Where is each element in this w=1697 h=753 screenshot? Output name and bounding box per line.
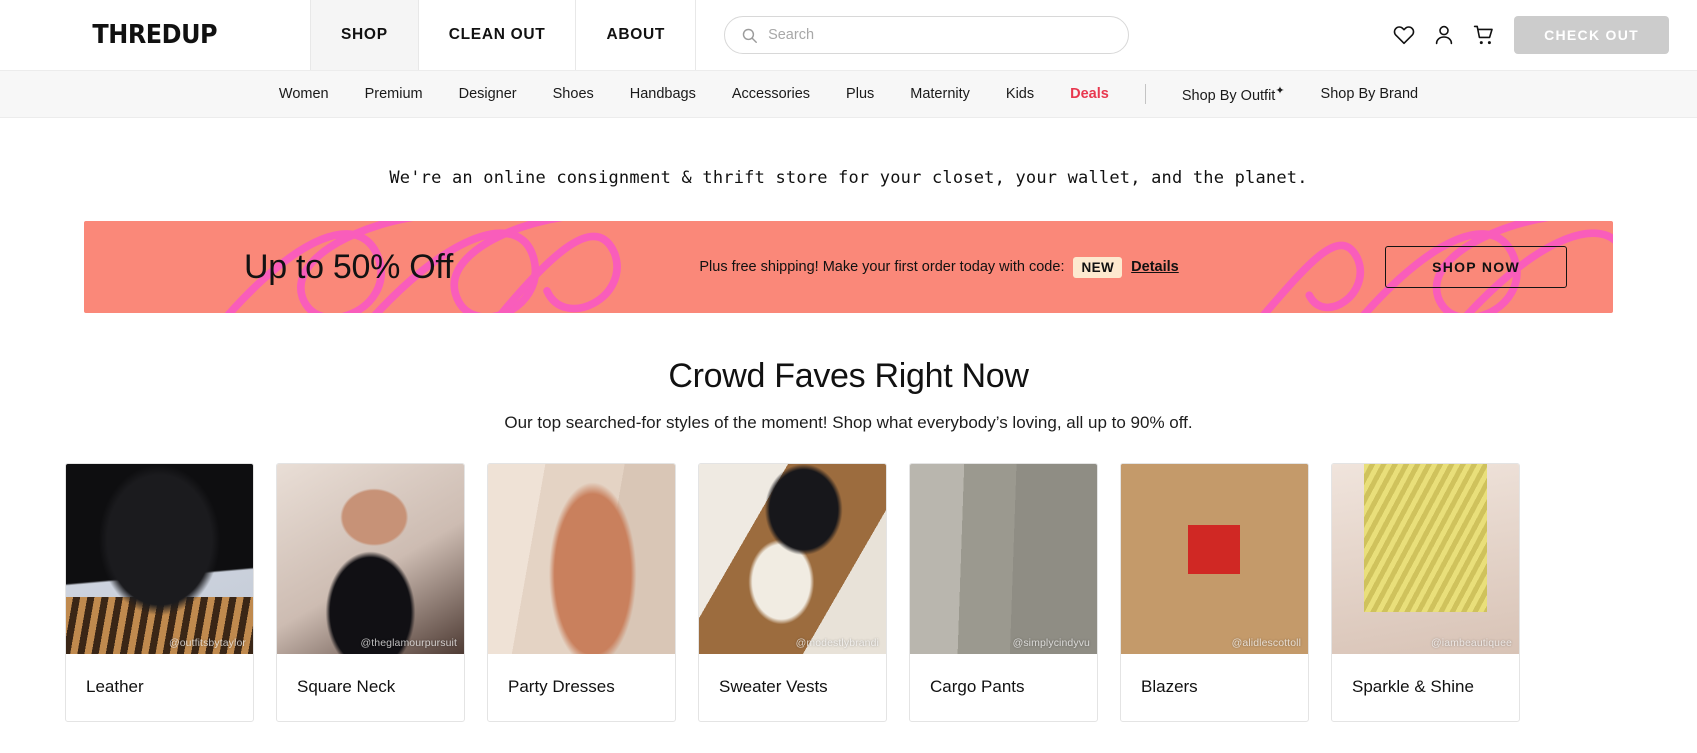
search-zone [696, 0, 1392, 70]
card-cargo-pants[interactable]: @simplycindyvu Cargo Pants [909, 463, 1098, 722]
card-blazers[interactable]: @alidlescottoll Blazers [1120, 463, 1309, 722]
subnav-item-shoes[interactable]: Shoes [535, 86, 612, 102]
card-handle: @outfitsbytaylor [168, 637, 246, 649]
card-image [488, 464, 675, 654]
search-icon [742, 28, 757, 43]
card-party-dresses[interactable]: Party Dresses [487, 463, 676, 722]
tab-about[interactable]: ABOUT [576, 0, 697, 70]
site-tagline: We're an online consignment & thrift sto… [389, 168, 1308, 188]
subnav-divider [1144, 84, 1146, 104]
sparkle-icon: ✦ [1275, 85, 1285, 98]
shop-by-outfit-label: Shop By Outfit [1181, 87, 1276, 104]
promo-content: Up to 50% Off Plus free shipping! Make y… [84, 246, 1613, 288]
card-square-neck[interactable]: @theglamourpursuit Square Neck [276, 463, 465, 722]
section-title: Crowd Faves Right Now [668, 357, 1029, 395]
subnav-item-handbags[interactable]: Handbags [612, 86, 714, 102]
card-sparkle-shine[interactable]: @iambeautiquee Sparkle & Shine [1331, 463, 1520, 722]
card-image: @simplycindyvu [910, 464, 1097, 654]
tab-clean-out-label: CLEAN OUT [448, 26, 546, 43]
tab-shop[interactable]: SHOP [310, 0, 419, 70]
card-image: @modestlybrandi [699, 464, 886, 654]
promo-banner[interactable]: Up to 50% Off Plus free shipping! Make y… [84, 221, 1613, 313]
subnav-item-women[interactable]: Women [261, 86, 347, 102]
tab-shop-label: SHOP [341, 26, 388, 43]
logo-text-main: THRED [92, 20, 182, 50]
search-box[interactable] [724, 16, 1130, 54]
primary-tabs: SHOP CLEAN OUT ABOUT [310, 0, 697, 70]
subnav-item-kids[interactable]: Kids [988, 86, 1052, 102]
subnav-item-accessories[interactable]: Accessories [714, 86, 828, 102]
card-label: Cargo Pants [930, 677, 1025, 696]
subnav-item-maternity[interactable]: Maternity [892, 86, 988, 102]
shop-now-button[interactable]: SHOP NOW [1385, 246, 1567, 288]
promo-details-link[interactable]: Details [1131, 259, 1179, 275]
category-subnav: Women Premium Designer Shoes Handbags Ac… [0, 70, 1697, 118]
section-subtitle: Our top searched-for styles of the momen… [504, 413, 1193, 432]
card-handle: @modestlybrandi [795, 637, 879, 649]
card-image: @alidlescottoll [1121, 464, 1308, 654]
site-header: THREDUP SHOP CLEAN OUT ABOUT Search CHEC… [0, 0, 1697, 70]
card-image: @theglamourpursuit [277, 464, 464, 654]
card-handle: @iambeautiquee [1431, 637, 1512, 649]
checkout-button[interactable]: CHECK OUT [1514, 16, 1669, 54]
card-image: @outfitsbytaylor [66, 464, 253, 654]
tab-about-label: ABOUT [606, 26, 666, 43]
subnav-item-deals[interactable]: Deals [1052, 86, 1127, 102]
promo-banner-wrap: Up to 50% Off Plus free shipping! Make y… [0, 188, 1697, 313]
card-handle: @alidlescottoll [1231, 637, 1301, 649]
card-label: Square Neck [297, 677, 396, 696]
card-handle: @theglamourpursuit [360, 637, 457, 649]
subnav-item-shop-by-brand[interactable]: Shop By Brand [1303, 86, 1437, 102]
crowd-faves-header: Crowd Faves Right Now Our top searched-f… [0, 313, 1697, 433]
card-label: Party Dresses [508, 677, 615, 696]
promo-code-badge: NEW [1073, 256, 1123, 278]
crowd-faves-card-row: @outfitsbytaylor Leather @theglamourpurs… [0, 433, 1697, 722]
logo-text-sup: UP [181, 20, 218, 50]
promo-message: Plus free shipping! Make your first orde… [699, 259, 1065, 275]
heart-icon[interactable] [1392, 23, 1416, 47]
subnav-item-plus[interactable]: Plus [828, 86, 892, 102]
card-label: Blazers [1141, 677, 1198, 696]
thredup-logo[interactable]: THREDUP [93, 20, 218, 50]
header-icon-group [1392, 0, 1514, 70]
card-label: Sparkle & Shine [1352, 677, 1474, 696]
subnav-item-premium[interactable]: Premium [347, 86, 441, 102]
subnav-item-designer[interactable]: Designer [441, 86, 535, 102]
promo-headline: Up to 50% Off [244, 247, 454, 286]
card-label: Leather [86, 677, 144, 696]
card-image: @iambeautiquee [1332, 464, 1519, 654]
card-leather[interactable]: @outfitsbytaylor Leather [65, 463, 254, 722]
logo-wrap[interactable]: THREDUP [0, 0, 310, 70]
card-sweater-vests[interactable]: @modestlybrandi Sweater Vests [698, 463, 887, 722]
user-icon[interactable] [1432, 23, 1456, 47]
subnav-item-shop-by-outfit[interactable]: Shop By Outfit✦ [1164, 84, 1303, 104]
card-label: Sweater Vests [719, 677, 828, 696]
search-input[interactable] [768, 27, 1113, 43]
tab-clean-out[interactable]: CLEAN OUT [418, 0, 577, 70]
promo-message-group: Plus free shipping! Make your first orde… [453, 256, 1385, 278]
card-handle: @simplycindyvu [1012, 637, 1090, 649]
cart-icon[interactable] [1472, 23, 1496, 47]
